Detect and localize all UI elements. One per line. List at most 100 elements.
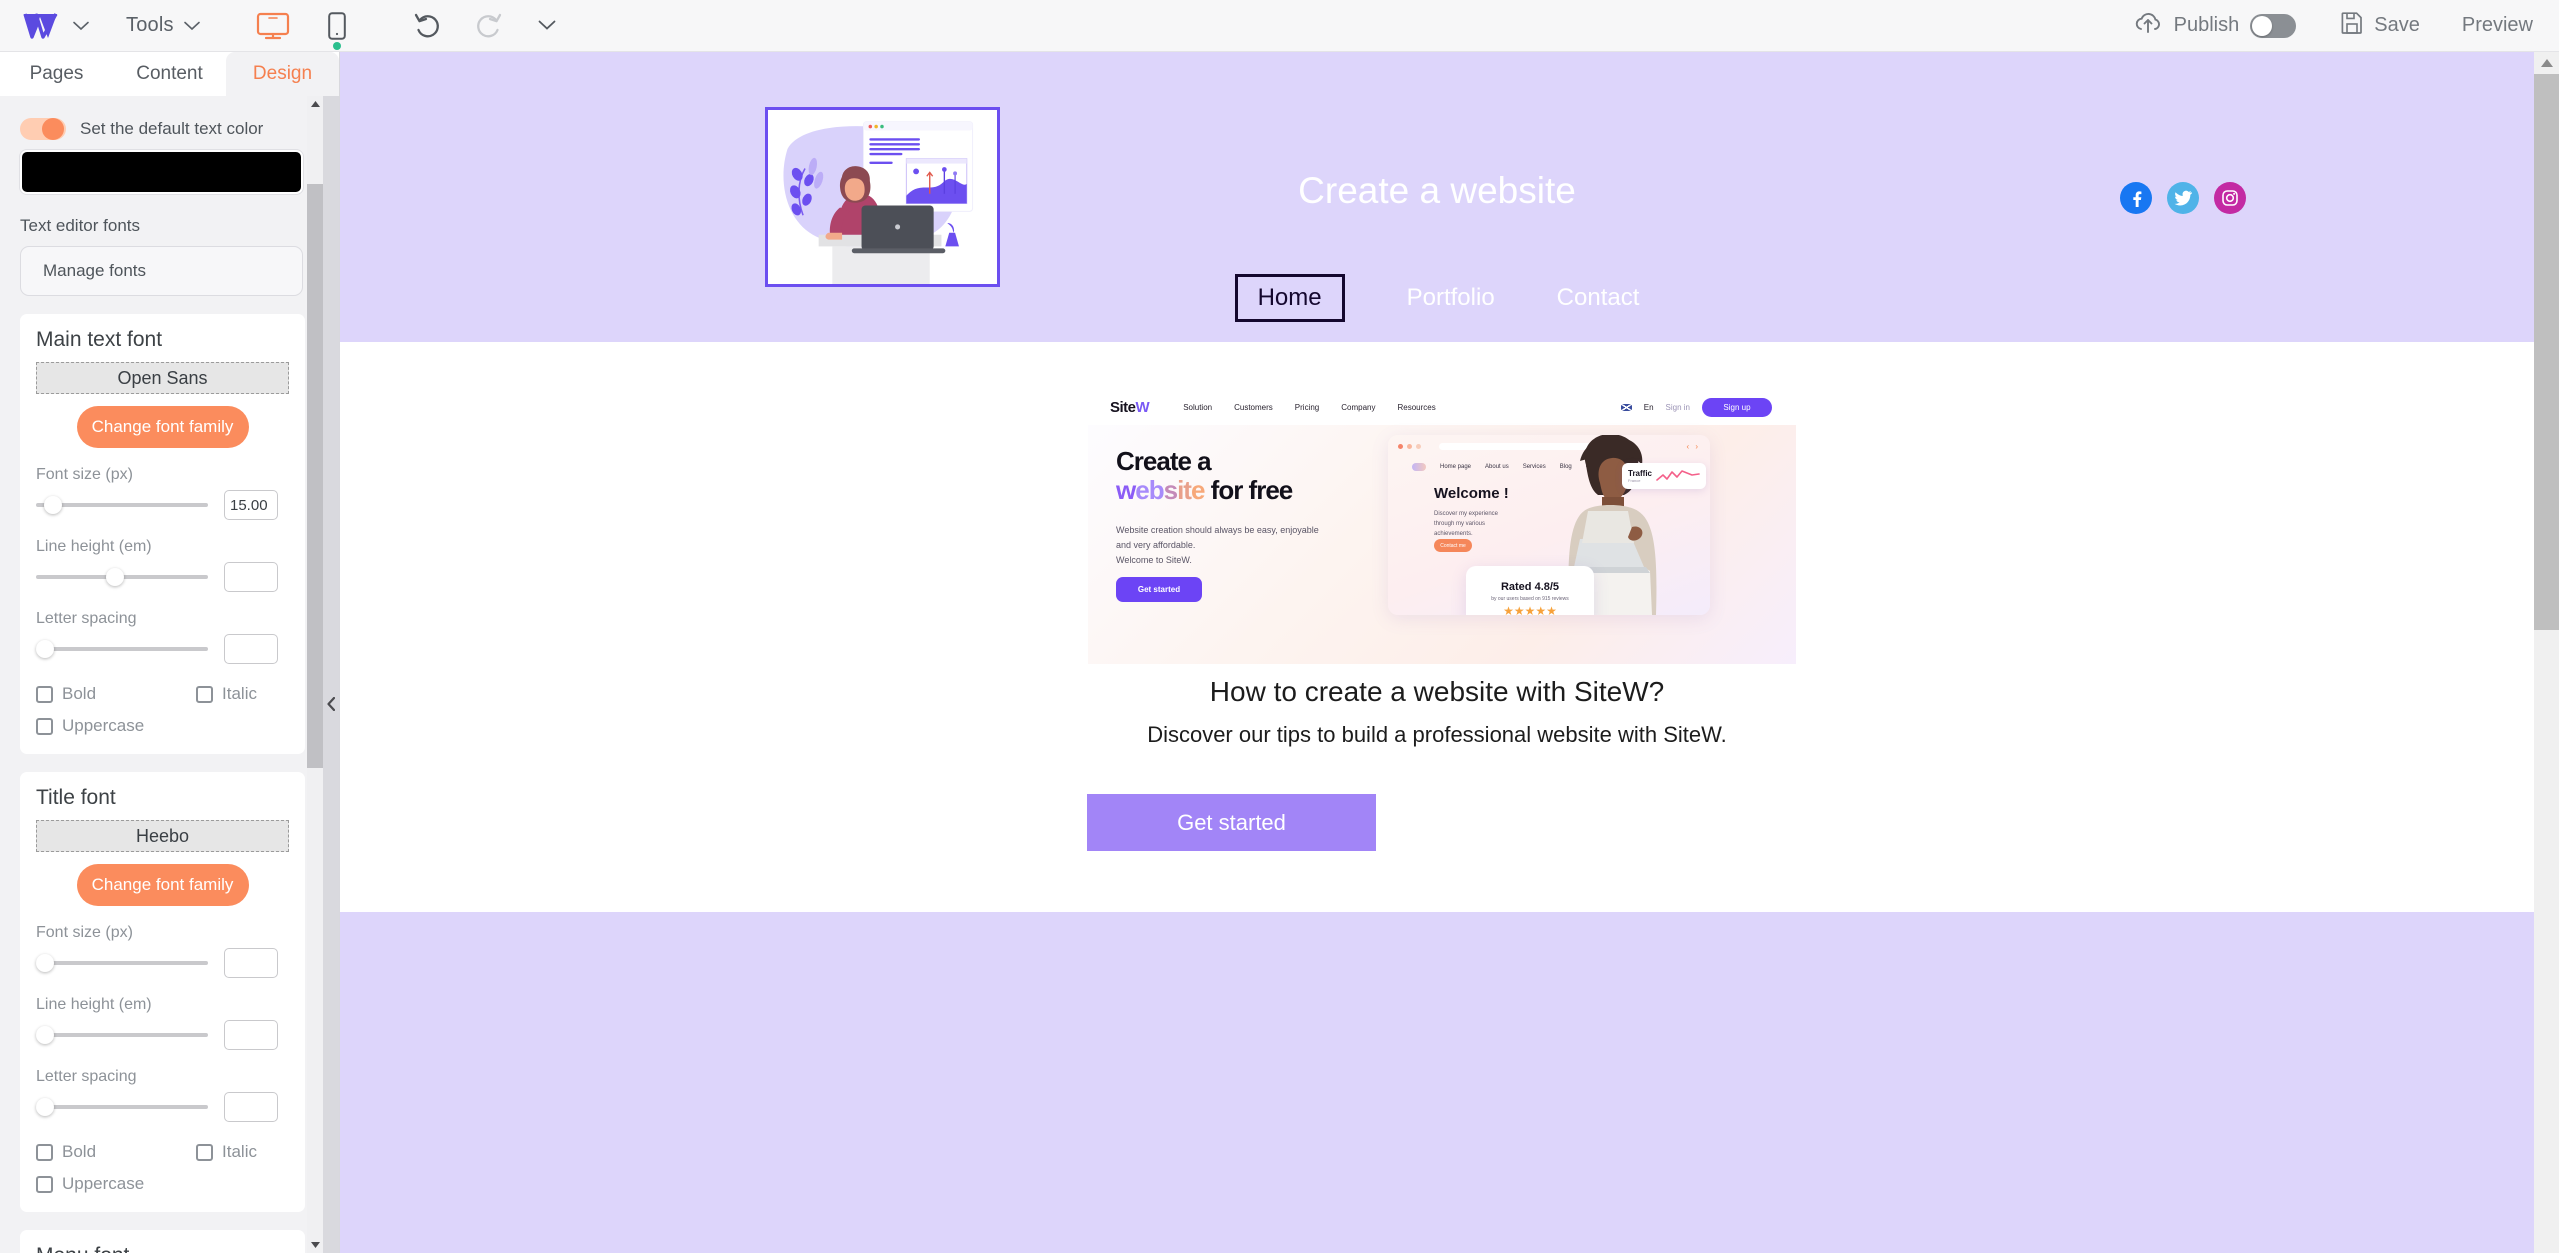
get-started-button[interactable]: Get started: [1087, 794, 1376, 851]
sidebar-scrollbar-thumb[interactable]: [307, 184, 323, 768]
title-bold-checkbox[interactable]: Bold: [36, 1142, 96, 1162]
sitew-homepage-screenshot[interactable]: SiteW Solution Customers Pricing Company…: [1088, 389, 1796, 664]
undo-arrow-icon[interactable]: [410, 8, 446, 44]
title-font-size-input[interactable]: [224, 948, 278, 978]
facebook-icon[interactable]: [2120, 182, 2152, 214]
title-font-size-slider[interactable]: [36, 954, 208, 972]
mini-lang-label: En: [1643, 402, 1654, 412]
menu-font-card: Menu font: [20, 1230, 305, 1253]
preview-button[interactable]: Preview: [2462, 14, 2533, 37]
main-bold-checkbox[interactable]: Bold: [36, 684, 96, 704]
main-line-height-input[interactable]: [224, 562, 278, 592]
main-letter-spacing-label: Letter spacing: [36, 610, 137, 627]
title-uppercase-label: Uppercase: [62, 1174, 145, 1193]
brand-chevron-down-icon[interactable]: [68, 13, 94, 39]
site-preview-canvas: Create a website Home Portfolio Contact: [340, 52, 2534, 1253]
mini-nav-solution: Solution: [1183, 402, 1213, 412]
mini-nav-right: En Sign in Sign up: [1620, 397, 1772, 417]
slider-track: [36, 647, 208, 651]
sidebar-collapse-chevron-left-icon[interactable]: [323, 682, 339, 726]
mobile-status-dot: [332, 41, 341, 50]
default-text-color-swatch[interactable]: [20, 150, 303, 194]
main-uppercase-checkbox[interactable]: Uppercase: [36, 716, 144, 736]
mini-nav-customers: Customers: [1234, 402, 1273, 412]
mini-hero-rest: for free: [1210, 475, 1294, 506]
title-font-card: Title font Heebo Change font family Font…: [20, 772, 305, 1212]
canvas-scroll-up-triangle-up-icon[interactable]: [2534, 52, 2559, 74]
title-line-height-input[interactable]: [224, 1020, 278, 1050]
history-chevron-down-icon[interactable]: [534, 13, 560, 39]
mobile-phone-icon[interactable]: [316, 7, 358, 50]
title-line-height-slider[interactable]: [36, 1026, 208, 1044]
mini-welcome-text: Discover my experience through my various…: [1434, 511, 1499, 538]
title-uppercase-checkbox[interactable]: Uppercase: [36, 1174, 144, 1194]
slider-track: [36, 1033, 208, 1037]
title-font-name[interactable]: Heebo: [36, 820, 289, 852]
tab-content[interactable]: Content: [113, 52, 226, 96]
main-line-height-slider[interactable]: [36, 568, 208, 586]
mini-browser-logo: [1412, 463, 1426, 471]
title-letter-spacing-slider[interactable]: [36, 1098, 208, 1116]
mini-hero-heading: Create a website for free: [1116, 446, 1294, 506]
slider-thumb[interactable]: [106, 568, 124, 586]
mini-hero-word: website: [1116, 475, 1205, 506]
floppy-disk-icon: [2340, 11, 2364, 40]
slider-thumb[interactable]: [36, 1098, 54, 1116]
site-body-section: SiteW Solution Customers Pricing Company…: [340, 342, 2534, 1253]
tab-design[interactable]: Design: [226, 52, 339, 96]
instagram-icon[interactable]: [2214, 182, 2246, 214]
redo-arrow-icon[interactable]: [470, 8, 506, 44]
default-text-color-toggle[interactable]: [20, 118, 66, 140]
slider-thumb[interactable]: [36, 640, 54, 658]
mini-signin-link: Sign in: [1665, 402, 1690, 412]
main-text-font-card: Main text font Open Sans Change font fam…: [20, 314, 305, 754]
tools-menu-button[interactable]: Tools: [126, 14, 200, 37]
main-font-size-slider[interactable]: [36, 496, 208, 514]
mini-browser-dots: [1398, 443, 1421, 449]
save-button[interactable]: Save: [2340, 11, 2420, 40]
canvas-scrollbar[interactable]: [2534, 52, 2559, 1253]
nav-item-portfolio[interactable]: Portfolio: [1407, 284, 1495, 312]
slider-thumb[interactable]: [36, 1026, 54, 1044]
checkbox-box: [36, 1175, 53, 1193]
uk-flag-icon: [1620, 403, 1632, 411]
cloud-upload-icon: [2133, 11, 2163, 40]
publish-toggle[interactable]: [2250, 13, 2297, 38]
main-italic-checkbox[interactable]: Italic: [196, 684, 257, 704]
nav-item-contact[interactable]: Contact: [1557, 284, 1640, 312]
mini-traffic-title: Traffic: [1628, 468, 1653, 478]
sidebar-scroll-up-triangle-up-icon[interactable]: [307, 96, 323, 112]
slider-thumb[interactable]: [36, 954, 54, 972]
sidebar-scroll-down-triangle-down-icon[interactable]: [307, 1237, 323, 1253]
canvas-scrollbar-thumb[interactable]: [2534, 74, 2559, 630]
desktop-monitor-icon[interactable]: [252, 7, 294, 45]
manage-fonts-button[interactable]: Manage fonts: [20, 246, 303, 296]
checkbox-box: [36, 685, 53, 703]
main-text-font-title: Main text font: [36, 328, 163, 351]
site-footer-section: [340, 912, 2534, 1253]
title-letter-spacing-label: Letter spacing: [36, 1068, 137, 1085]
w-logo-icon[interactable]: [18, 9, 64, 43]
nav-item-home[interactable]: Home: [1234, 274, 1345, 322]
mini-traffic-card: Traffic France: [1622, 463, 1706, 489]
main-letter-spacing-input[interactable]: [224, 634, 278, 664]
mini-browser-mockup: ‹ › Home page About us Services Blog Con…: [1388, 435, 1710, 615]
slider-thumb[interactable]: [44, 496, 62, 514]
publish-control[interactable]: Publish: [2133, 11, 2297, 40]
sidebar-edge-rail: [323, 96, 339, 1253]
main-font-size-input[interactable]: 15.00: [224, 490, 278, 520]
main-letter-spacing-slider[interactable]: [36, 640, 208, 658]
main-font-size-label: Font size (px): [36, 466, 133, 483]
title-italic-checkbox[interactable]: Italic: [196, 1142, 257, 1162]
tab-pages[interactable]: Pages: [0, 52, 113, 96]
sidebar-tabs: Pages Content Design: [0, 52, 339, 96]
twitter-icon[interactable]: [2167, 182, 2199, 214]
main-font-name[interactable]: Open Sans: [36, 362, 289, 394]
title-change-font-family-button[interactable]: Change font family: [76, 864, 249, 906]
main-bold-label: Bold: [62, 684, 97, 703]
topbar-actions: Publish Save Preview: [2133, 11, 2559, 40]
sidebar-scrollbar[interactable]: [307, 96, 323, 1253]
title-letter-spacing-input[interactable]: [224, 1092, 278, 1122]
slider-track: [36, 961, 208, 965]
main-change-font-family-button[interactable]: Change font family: [76, 406, 249, 448]
